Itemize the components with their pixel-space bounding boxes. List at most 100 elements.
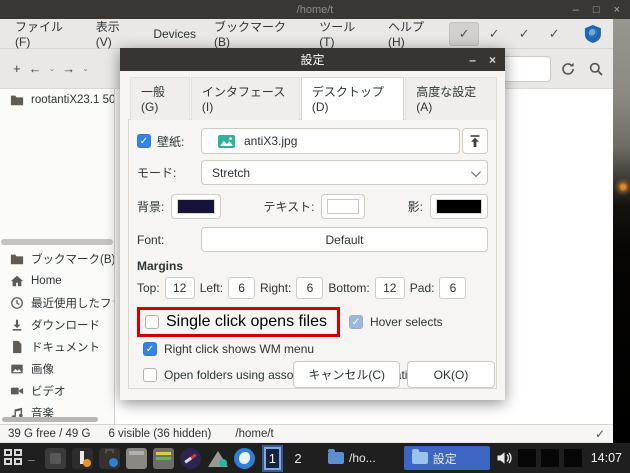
- margin-top-input[interactable]: 12: [165, 277, 195, 299]
- back-history-chevron-icon[interactable]: ⌄: [47, 64, 58, 73]
- minimize-icon[interactable]: –: [573, 4, 579, 16]
- shadow-color-button[interactable]: [430, 194, 488, 219]
- mime-open-checkbox[interactable]: [143, 368, 157, 382]
- app-launcher-icon-5[interactable]: [153, 448, 174, 469]
- sidebar-item-bookmarks[interactable]: ブックマーク(B): [0, 248, 114, 270]
- workspace-2-button[interactable]: 2: [290, 447, 306, 470]
- add-tab-button[interactable]: +: [10, 59, 24, 78]
- shadow-color-swatch: [436, 199, 482, 214]
- app-launcher-icon-6[interactable]: [180, 448, 201, 469]
- tab-advanced[interactable]: 高度な設定(A): [405, 77, 497, 120]
- search-icon[interactable]: [585, 58, 607, 80]
- wallpaper-row: ✓ 壁紙: antiX3.jpg: [137, 128, 488, 154]
- tray-icon-2[interactable]: [541, 449, 559, 467]
- app-launcher-icon-4[interactable]: [126, 448, 147, 469]
- menu-file[interactable]: ファイル(F): [6, 14, 87, 53]
- wallpaper-browse-button[interactable]: [462, 128, 488, 154]
- sidebar-nav-toolbar: + ← ⌄ → ⌄: [0, 59, 115, 78]
- click-options-row: Single click opens files ✓ Hover selects: [137, 307, 488, 337]
- sidebar-item-recent[interactable]: 最近使用したファ: [0, 292, 114, 314]
- margin-bottom-input[interactable]: 12: [375, 277, 405, 299]
- dialog-close-icon[interactable]: ×: [489, 53, 496, 67]
- folder-icon: [10, 93, 24, 107]
- app-launcher-icon-7[interactable]: [207, 448, 228, 469]
- sidebar-item-pictures[interactable]: 画像: [0, 358, 114, 380]
- wallpaper-label: 壁紙:: [157, 133, 184, 150]
- margin-right-input[interactable]: 6: [296, 277, 323, 299]
- tray-icon-1[interactable]: [518, 449, 536, 467]
- devices-pane: rootantiX23.1 50G: [0, 89, 114, 239]
- check-toggle-button-1[interactable]: ✓: [449, 22, 479, 46]
- check-toggle-button-2[interactable]: ✓: [479, 22, 509, 46]
- ok-button[interactable]: OK(O): [407, 361, 495, 388]
- sidebar-hscrollbar[interactable]: [2, 417, 98, 422]
- forward-history-chevron-icon[interactable]: ⌄: [80, 64, 91, 73]
- close-icon[interactable]: ×: [614, 4, 620, 16]
- current-path-text: /home/t: [235, 428, 273, 440]
- hover-selects-checkbox[interactable]: ✓: [349, 315, 363, 329]
- margin-left-input[interactable]: 6: [228, 277, 255, 299]
- sidebar-item-downloads[interactable]: ダウンロード: [0, 314, 114, 336]
- right-click-label: Right click shows WM menu: [164, 342, 314, 356]
- mode-dropdown[interactable]: Stretch: [201, 160, 488, 185]
- task-button-home[interactable]: /ho...: [320, 446, 384, 470]
- dialog-minimize-icon[interactable]: –: [469, 53, 476, 67]
- volume-icon[interactable]: [496, 450, 513, 466]
- chevron-down-icon: [471, 167, 481, 177]
- workspace-1-button[interactable]: 1: [264, 447, 281, 470]
- sidebar-item-label: ビデオ: [31, 383, 66, 399]
- check-toggle-button-4[interactable]: ✓: [539, 22, 569, 46]
- app-menu-icon[interactable]: [4, 449, 22, 467]
- clock: 14:07: [591, 451, 622, 465]
- margin-right-label: Right:: [260, 281, 291, 295]
- sidebar-item-home[interactable]: Home: [0, 270, 114, 292]
- show-desktop-button[interactable]: _: [28, 448, 35, 462]
- margins-row: Top: 12 Left: 6 Right: 6 Bottom: 12 Pad:…: [137, 277, 488, 299]
- mode-row: モード: Stretch: [137, 160, 488, 185]
- home-icon: [10, 274, 24, 288]
- desktop-wallpaper: [613, 19, 630, 443]
- tray-icon-3[interactable]: [564, 449, 582, 467]
- margin-bottom-label: Bottom:: [328, 281, 369, 295]
- back-button[interactable]: ←: [26, 59, 45, 78]
- app-launcher-icon-8[interactable]: [234, 448, 255, 469]
- app-logo-icon: [583, 24, 603, 44]
- forward-button[interactable]: →: [59, 59, 78, 78]
- bg-color-button[interactable]: [171, 194, 221, 219]
- tab-desktop[interactable]: デスクトップ(D): [301, 77, 404, 120]
- device-item[interactable]: rootantiX23.1 50G: [0, 89, 114, 111]
- refresh-icon[interactable]: [557, 58, 579, 80]
- wallpaper-checkbox[interactable]: ✓: [137, 134, 151, 148]
- folder-icon: [10, 252, 24, 266]
- sidebar-item-label: Home: [31, 275, 62, 287]
- cancel-button[interactable]: キャンセル(C): [293, 361, 400, 388]
- app-launcher-icon-3[interactable]: [99, 448, 120, 469]
- app-launcher-icon-2[interactable]: [72, 448, 93, 469]
- sidebar-item-label: ブックマーク(B): [31, 251, 114, 267]
- text-color-button[interactable]: [321, 194, 365, 219]
- right-click-checkbox[interactable]: ✓: [143, 342, 157, 356]
- text-color-swatch: [327, 199, 359, 214]
- check-toggle-button-3[interactable]: ✓: [509, 22, 539, 46]
- maximize-icon[interactable]: □: [593, 4, 600, 16]
- single-click-checkbox[interactable]: [145, 315, 159, 329]
- margin-pad-input[interactable]: 6: [439, 277, 466, 299]
- sidebar-item-label: ドキュメント: [31, 339, 100, 355]
- document-icon: [10, 340, 24, 354]
- sidebar-item-documents[interactable]: ドキュメント: [0, 336, 114, 358]
- tab-general[interactable]: 一般(G): [130, 77, 190, 120]
- desktop-tab-panel: ✓ 壁紙: antiX3.jpg: [128, 119, 497, 389]
- menu-devices[interactable]: Devices: [144, 23, 205, 45]
- wallpaper-file-button[interactable]: antiX3.jpg: [201, 128, 460, 154]
- image-icon: [10, 362, 24, 376]
- statusbar-check-icon[interactable]: ✓: [595, 427, 605, 441]
- task-button-settings[interactable]: 設定: [404, 446, 490, 470]
- bookmark-list: ブックマーク(B) Home 最近使用したファ: [0, 245, 114, 424]
- single-click-label: Single click opens files: [166, 313, 327, 331]
- margin-pad-label: Pad:: [410, 281, 435, 295]
- font-button[interactable]: Default: [201, 227, 488, 252]
- tab-interface[interactable]: インタフェース(I): [191, 77, 300, 120]
- dialog-body: 一般(G) インタフェース(I) デスクトップ(D) 高度な設定(A) ✓ 壁紙…: [120, 71, 505, 400]
- app-launcher-icon-1[interactable]: [45, 448, 66, 469]
- sidebar-item-videos[interactable]: ビデオ: [0, 380, 114, 402]
